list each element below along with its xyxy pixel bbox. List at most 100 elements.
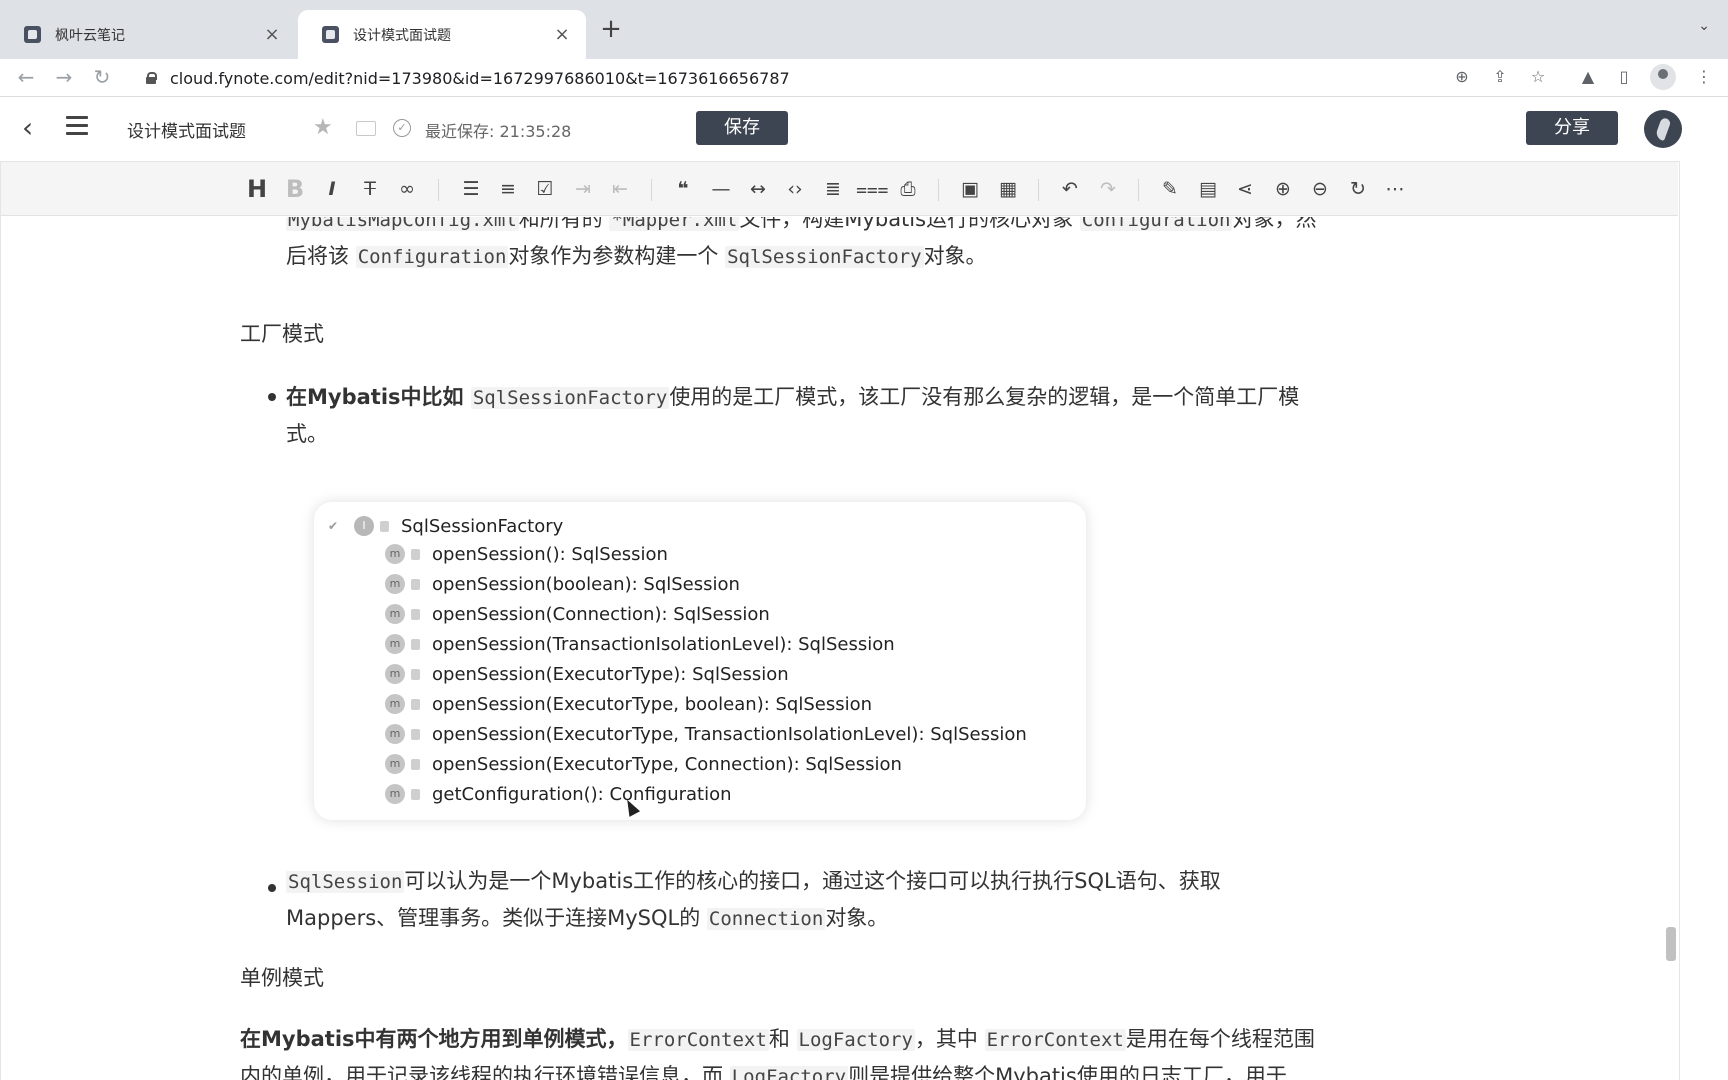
text: 对象作为参数构建一个 [508, 244, 726, 268]
extension-icon[interactable]: ▲ [1576, 65, 1600, 89]
redo-icon[interactable]: ↷ [1094, 175, 1122, 203]
document-content[interactable]: MybatisMapConfig.xml和所有的 *Mapper.xml文件，构… [0, 217, 1680, 1080]
text: 使用的是工厂模式，该工厂没有那么复杂的逻辑，是一个简单工厂模 [669, 385, 1300, 409]
italic-icon[interactable]: I [318, 175, 346, 203]
lock-icon [411, 728, 420, 740]
embedded-image-class-tree[interactable]: ✔ I SqlSessionFactory m openSession(): Sq… [314, 502, 1086, 820]
inline-code: SqlSessionFactory [725, 246, 924, 268]
ppt-icon[interactable]: ▤ [1194, 175, 1222, 203]
reload-icon[interactable]: ↻ [88, 63, 116, 91]
method-icon: m [385, 664, 405, 684]
vertical-scrollbar[interactable] [1666, 927, 1676, 961]
close-icon[interactable]: × [262, 24, 282, 45]
star-icon[interactable]: ★ [313, 115, 333, 140]
numbered-list-icon[interactable]: ≡ [494, 175, 522, 203]
lock-icon [411, 758, 420, 770]
text: 后将该 [286, 244, 356, 268]
app-header: ‹ 设计模式面试题 ★ ✓ 最近保存: 21:35:28 保存 分享 [0, 97, 1728, 161]
hamburger-menu-icon[interactable] [66, 116, 88, 136]
task-list-icon[interactable]: ☑ [531, 175, 559, 203]
method-label: openSession(ExecutorType): SqlSession [432, 663, 789, 685]
tree-root-label: SqlSessionFactory [401, 515, 564, 537]
paragraph: 在Mybatis中有两个地方用到单例模式， ErrorContext和 LogFa… [240, 1021, 1420, 1080]
text: 对象。 [825, 906, 889, 930]
inline-code: SqlSession [286, 871, 405, 893]
share-button[interactable]: 分享 [1526, 111, 1618, 145]
lock-icon [411, 608, 420, 620]
zoom-icon[interactable]: ⊕ [1450, 65, 1474, 89]
save-button[interactable]: 保存 [696, 111, 788, 145]
align-icon[interactable]: ⩶ [856, 175, 889, 203]
undo-icon[interactable]: ↶ [1056, 175, 1084, 203]
new-tab-plus-icon[interactable]: + [598, 14, 624, 44]
pen-icon[interactable]: ✎ [1156, 175, 1184, 203]
strikethrough-icon[interactable]: T [356, 175, 384, 203]
inline-code-icon[interactable]: ↔ [744, 175, 772, 203]
mindmap-share-icon[interactable]: ⋖ [1231, 175, 1259, 203]
method-icon: m [385, 784, 405, 804]
tree-method-row: m openSession(ExecutorType, Connection): … [385, 752, 902, 776]
lock-icon [411, 638, 420, 650]
inline-code: *Mapper.xml [609, 217, 740, 231]
method-label: openSession(ExecutorType, Connection): S… [432, 753, 902, 775]
tree-method-row: m openSession(Connection): SqlSession [385, 602, 770, 626]
lock-icon [411, 788, 420, 800]
refresh-icon[interactable]: ↻ [1344, 175, 1372, 203]
close-icon[interactable]: × [552, 24, 572, 45]
share-icon[interactable]: ⇪ [1488, 65, 1512, 89]
more-icon[interactable]: ⋯ [1381, 175, 1409, 203]
method-icon: m [385, 754, 405, 774]
code-block-icon[interactable]: ‹› [781, 175, 809, 203]
back-arrow-icon[interactable]: ← [12, 63, 40, 91]
bullet-list-icon[interactable]: ☰ [457, 175, 485, 203]
print-icon[interactable]: ⎙ [894, 175, 922, 203]
back-chevron-icon[interactable]: ‹ [22, 111, 33, 144]
bold-icon[interactable]: B [281, 175, 309, 203]
user-avatar[interactable] [1644, 110, 1682, 148]
horizontal-rule-icon[interactable]: — [707, 175, 735, 203]
tree-method-row: m openSession(ExecutorType, boolean): Sql… [385, 692, 872, 716]
outdent-icon[interactable]: ⇤ [606, 175, 634, 203]
kebab-menu-icon[interactable]: ⋮ [1692, 65, 1716, 89]
sidepanel-icon[interactable]: ▯ [1612, 65, 1636, 89]
browser-tabstrip: 枫叶云笔记 × 设计模式面试题 × + ⌄ [0, 0, 1728, 59]
bookmark-star-icon[interactable]: ☆ [1526, 65, 1550, 89]
tree-method-row: m openSession(ExecutorType): SqlSession [385, 662, 789, 686]
address-bar[interactable]: cloud.fynote.com/edit?nid=173980&id=1672… [130, 62, 1530, 94]
tab-search-chevron-icon[interactable]: ⌄ [1698, 18, 1710, 34]
inline-code: Configuration [355, 246, 509, 268]
method-icon: m [385, 544, 405, 564]
zoom-in-icon[interactable]: ⊕ [1269, 175, 1297, 203]
fynote-favicon-icon [24, 26, 41, 43]
image-icon[interactable]: ▣ [956, 175, 984, 203]
method-label: openSession(Connection): SqlSession [432, 603, 770, 625]
forward-arrow-icon[interactable]: → [50, 63, 78, 91]
method-label: openSession(ExecutorType, boolean): SqlS… [432, 693, 873, 715]
tree-root: ✔ I SqlSessionFactory [328, 514, 563, 538]
indent-icon[interactable]: ⇥ [569, 175, 597, 203]
browser-tab[interactable]: 枫叶云笔记 × [0, 10, 296, 59]
inline-code: Configuration [1079, 217, 1233, 231]
zoom-out-icon[interactable]: ⊖ [1306, 175, 1334, 203]
table-icon[interactable]: ▦ [994, 175, 1022, 203]
heading-icon[interactable]: H [243, 175, 271, 203]
browser-toolbar: ← → ↻ cloud.fynote.com/edit?nid=173980&i… [0, 59, 1728, 97]
saved-check-icon: ✓ [393, 119, 411, 137]
folder-icon[interactable] [356, 121, 376, 136]
bullet-item: 在Mybatis中比如 SqlSessionFactory使用的是工厂模式，该工… [286, 379, 1416, 452]
text: 和 [768, 1027, 797, 1051]
last-saved-status: 最近保存: 21:35:28 [425, 122, 572, 141]
fynote-favicon-icon [322, 26, 339, 43]
interface-icon: I [354, 516, 374, 536]
document-title[interactable]: 设计模式面试题 [127, 117, 246, 142]
text: Mappers、管理事务。类似于连接MySQL的 [286, 906, 707, 930]
tree-method-row: m getConfiguration(): Configuration [385, 782, 732, 806]
browser-tab-active[interactable]: 设计模式面试题 × [298, 10, 586, 59]
profile-avatar-icon[interactable] [1650, 64, 1676, 90]
quote-icon[interactable]: ❝ [669, 175, 697, 203]
tab-title: 枫叶云笔记 [55, 27, 125, 44]
table-of-contents-icon[interactable]: ≣ [819, 175, 847, 203]
text: 和所有的 [518, 217, 610, 231]
method-label: openSession(): SqlSession [432, 543, 668, 565]
link-icon[interactable]: ∞ [393, 175, 421, 203]
